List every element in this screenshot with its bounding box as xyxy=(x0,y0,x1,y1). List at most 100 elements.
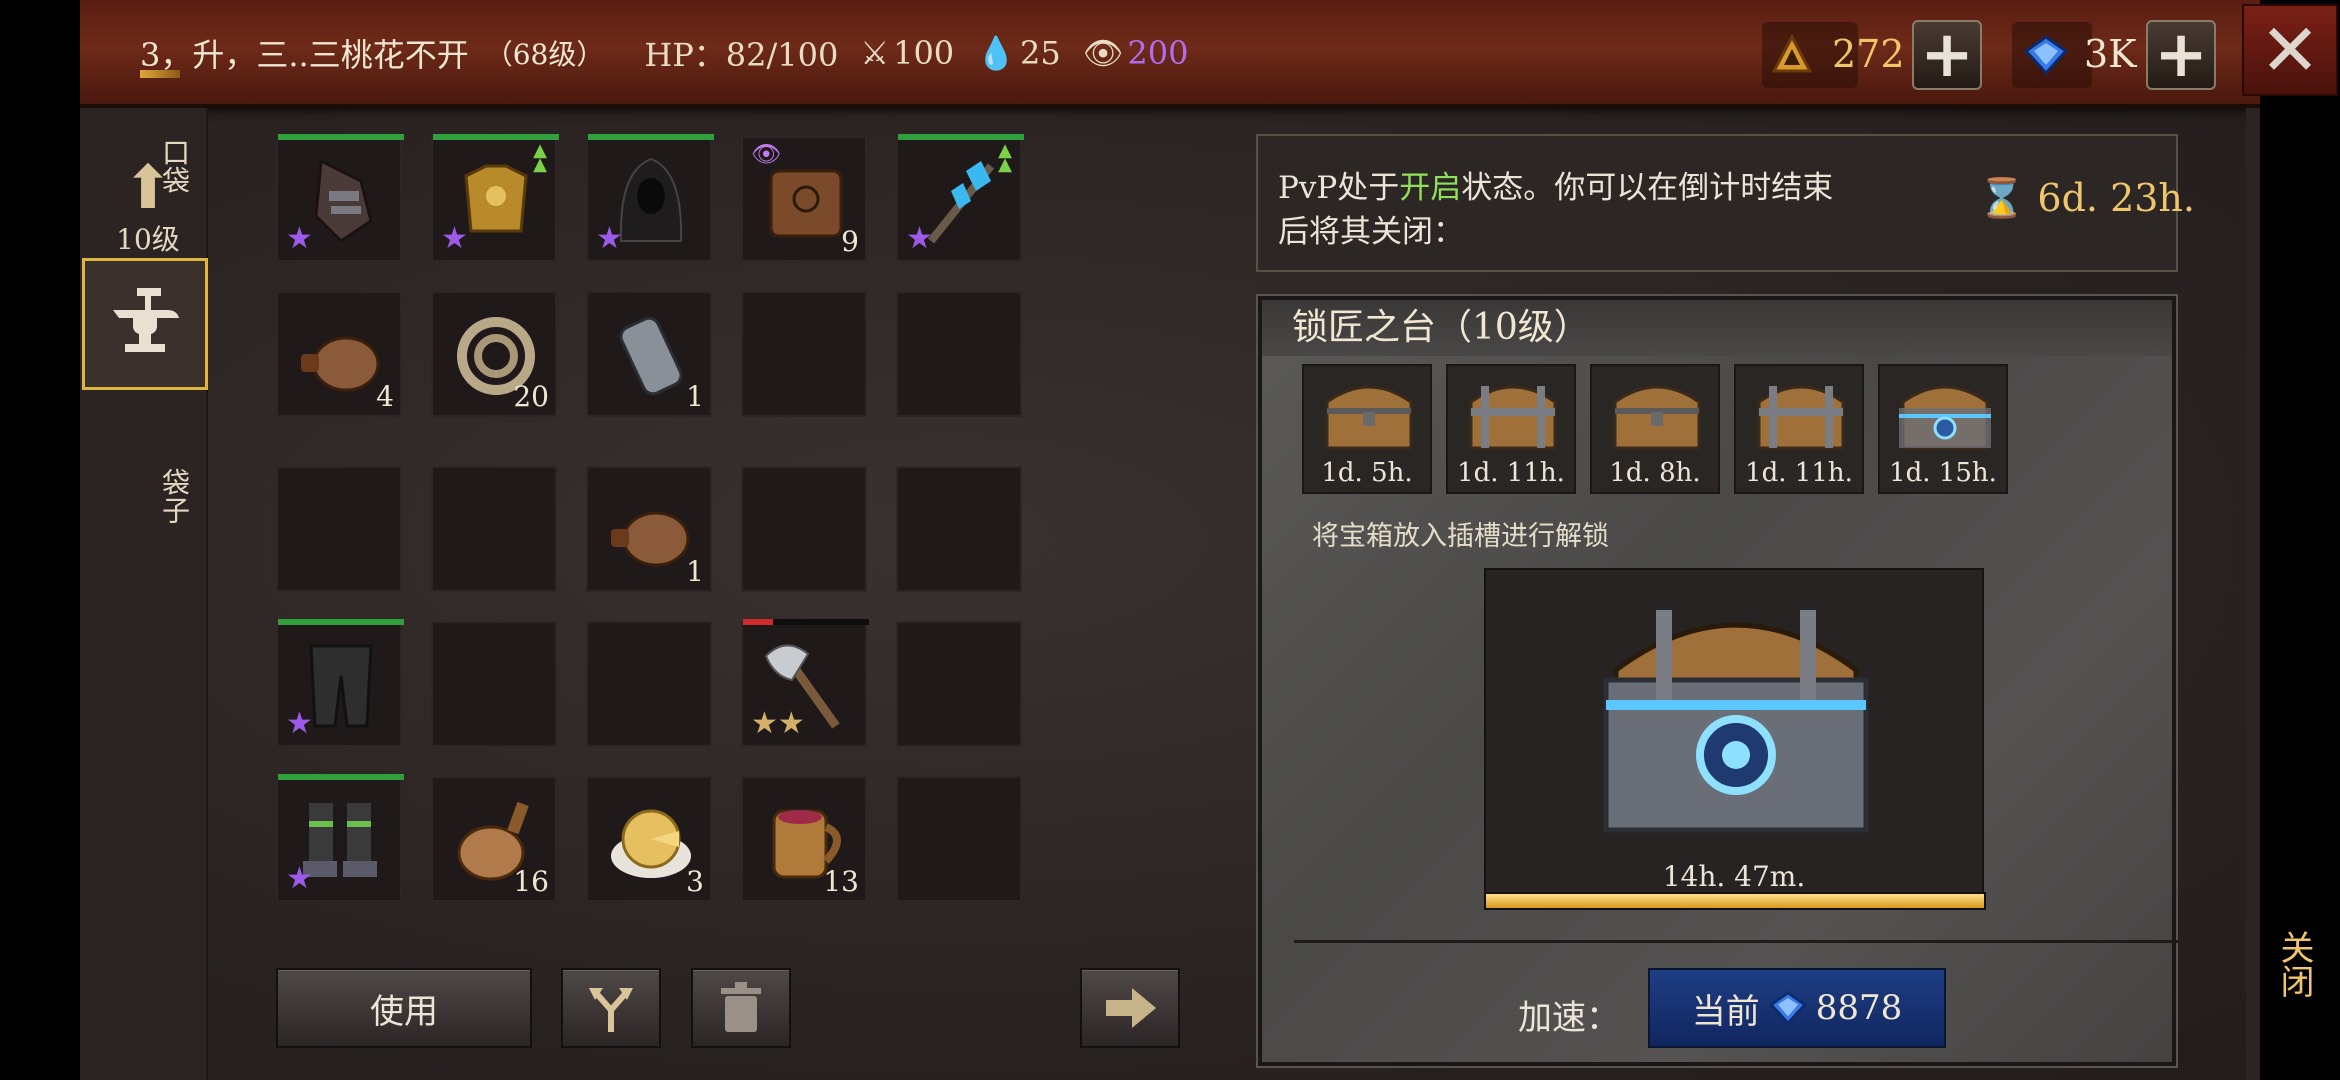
inventory-slot-empty[interactable] xyxy=(896,466,1022,592)
pvp-state: 开启 xyxy=(1399,170,1462,206)
upgrade-level-label: 10级 xyxy=(116,223,180,256)
chest-timer: 1d. 8h. xyxy=(1609,458,1701,488)
active-chest-slot[interactable]: 14h. 47m. xyxy=(1484,568,1986,910)
chest-timer: 1d. 15h. xyxy=(1889,458,1997,488)
inventory-slot-empty[interactable] xyxy=(431,466,557,592)
inventory-slot-empty[interactable] xyxy=(586,621,712,747)
pvp-text-prefix: PvP处于 xyxy=(1278,170,1400,206)
inventory-slot-rope[interactable]: 20 xyxy=(431,291,557,417)
durability-bar-empty xyxy=(773,619,869,625)
resource-amount: 272 xyxy=(1832,32,1905,76)
inventory-slot-cheese[interactable]: 3 xyxy=(586,776,712,902)
inventory-slot-hood[interactable]: ★ xyxy=(586,134,714,262)
hourglass-icon: ⌛ xyxy=(1978,176,2026,220)
side-close-button[interactable]: 关闭 xyxy=(2270,930,2319,998)
player-name: 3，升，三..三桃花不开 xyxy=(140,36,469,74)
inventory-slot-backpack[interactable]: 👁 9 xyxy=(741,136,867,262)
pvp-timer: ⌛ 6d. 23h. xyxy=(1978,176,2195,221)
durability-bar xyxy=(278,774,404,780)
attack-icon: ⚔ xyxy=(860,34,890,72)
eye-icon: 👁 xyxy=(1082,34,1124,72)
triangle-resource-icon xyxy=(1771,33,1813,73)
star-icon: ★ xyxy=(441,221,468,256)
durability-bar xyxy=(743,619,773,625)
item-quantity: 1 xyxy=(686,380,704,413)
speed-up-button-label: 当前 xyxy=(1691,991,1760,1032)
gem-counter xyxy=(2012,22,2092,88)
star-icon: ★ xyxy=(286,706,313,741)
locksmith-panel: 锁匠之台（10级） 1d. 5h. 1d. 11h. 1d. 8h. 1d. 1… xyxy=(1256,294,2178,1068)
wooden-chest-icon xyxy=(1325,385,1413,450)
inventory-slot-empty[interactable] xyxy=(741,466,867,592)
pvp-status-text: PvP处于开启状态。你可以在倒计时结束后将其关闭： xyxy=(1278,166,1838,254)
star-icon: ★ xyxy=(286,861,313,896)
inventory-slot-gauntlet[interactable]: ★ xyxy=(276,134,404,262)
active-chest-timer: 14h. 47m. xyxy=(1662,860,1806,893)
use-button[interactable]: 使用 xyxy=(276,968,532,1048)
pvp-status-panel: PvP处于开启状态。你可以在倒计时结束后将其关闭： ⌛ 6d. 23h. xyxy=(1256,134,2195,272)
close-button[interactable]: ✕ xyxy=(2242,4,2338,96)
inventory-slot-empty[interactable] xyxy=(896,621,1022,747)
magic-chest-icon xyxy=(1899,385,1991,450)
magic-chest-icon xyxy=(1603,610,1869,833)
inventory-slot-armor[interactable]: ▲ ▲ ★ xyxy=(431,134,559,262)
gem-amount: 3K xyxy=(2084,32,2137,76)
vision-value: 200 xyxy=(1127,34,1189,72)
upgrade-arrow-icon: ▲ ▲ xyxy=(998,140,1012,176)
star-icon: ★★ xyxy=(751,706,805,741)
left-nav: ⬆ 10级 xyxy=(80,108,208,1080)
star-icon: ★ xyxy=(906,221,933,256)
top-bar: 3，升，三..三桃花不开 （68级） HP：82/100 ⚔ 100 💧 25 … xyxy=(80,0,2260,108)
inventory-slot-metal[interactable]: 1 xyxy=(586,291,712,417)
plus-icon: + xyxy=(2154,18,2208,92)
inventory-slot-empty[interactable] xyxy=(896,291,1022,417)
durability-bar xyxy=(588,134,714,140)
inventory-slot-pants[interactable]: ★ xyxy=(276,619,404,747)
chest-timer: 1d. 11h. xyxy=(1745,458,1853,488)
chest-timer: 1d. 5h. xyxy=(1321,458,1413,488)
inventory-slot-empty[interactable] xyxy=(276,466,402,592)
speed-up-label: 加速： xyxy=(1518,998,1620,1038)
water-drop-icon: 💧 xyxy=(976,34,1016,72)
player-level: （68级） xyxy=(484,38,605,71)
delete-button[interactable] xyxy=(691,968,791,1048)
use-button-label: 使用 xyxy=(370,991,438,1032)
anvil-icon xyxy=(113,288,179,352)
anvil-tab[interactable] xyxy=(82,258,208,390)
blue-gem-icon xyxy=(2023,35,2069,76)
inventory-slot-empty[interactable] xyxy=(896,776,1022,902)
chest-slot[interactable]: 1d. 11h. xyxy=(1446,364,1576,494)
inventory-slot-axe[interactable]: ★★ xyxy=(741,619,869,747)
split-arrows-icon xyxy=(589,988,633,1032)
water-value: 25 xyxy=(1020,34,1061,72)
item-quantity: 16 xyxy=(513,865,549,898)
inventory-slot-empty[interactable] xyxy=(431,621,557,747)
plus-icon: + xyxy=(1920,18,1974,92)
star-icon: ★ xyxy=(286,221,313,256)
inventory-slot-boots[interactable]: ★ xyxy=(276,774,404,902)
chest-slot[interactable]: 1d. 11h. xyxy=(1734,364,1864,494)
inventory-slot-staff[interactable]: ▲ ▲ ★ xyxy=(896,134,1024,262)
item-quantity: 9 xyxy=(841,225,859,258)
inventory-slot-mug[interactable]: 13 xyxy=(741,776,867,902)
speed-up-button[interactable]: 当前 8878 xyxy=(1648,968,1946,1048)
split-button[interactable] xyxy=(561,968,661,1048)
inventory-slot-pouch[interactable]: 1 xyxy=(586,466,712,592)
item-quantity: 20 xyxy=(513,380,549,413)
inventory-slot-waterskin[interactable]: 16 xyxy=(431,776,557,902)
next-button[interactable] xyxy=(1080,968,1180,1048)
inventory-slot-empty[interactable] xyxy=(741,291,867,417)
hp-value: HP：82/100 xyxy=(644,36,839,74)
inventory-slot-pouch[interactable]: 4 xyxy=(276,291,402,417)
chest-timer: 1d. 11h. xyxy=(1457,458,1565,488)
add-resource-button[interactable]: + xyxy=(1912,20,1982,90)
chest-slot[interactable]: 1d. 8h. xyxy=(1590,364,1720,494)
add-gem-button[interactable]: + xyxy=(2146,20,2216,90)
chest-slot[interactable]: 1d. 5h. xyxy=(1302,364,1432,494)
bag-label: 袋子 xyxy=(158,468,191,524)
chest-slot[interactable]: 1d. 15h. xyxy=(1878,364,2008,494)
item-quantity: 3 xyxy=(686,865,704,898)
pocket-label: 口袋 xyxy=(158,138,191,194)
divider xyxy=(1294,940,2178,943)
iron-chest-icon xyxy=(1757,385,1845,450)
